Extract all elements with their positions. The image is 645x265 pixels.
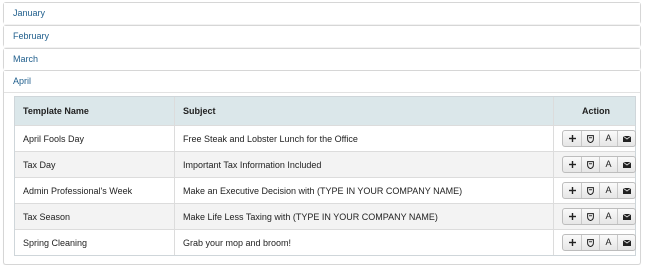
action-cell: A [553,126,637,151]
table-row: Spring Cleaning Grab your mop and broom!… [15,229,637,255]
month-toggle-march[interactable]: March [4,49,640,70]
shield-icon [587,134,594,143]
preview-button[interactable] [581,157,599,172]
subject-cell: Free Steak and Lobster Lunch for the Off… [174,126,553,151]
action-cell: A [553,152,637,177]
action-cell: A [553,178,637,203]
action-cell: A [553,204,637,229]
action-button-group: A [562,130,636,147]
font-button[interactable]: A [599,183,617,198]
template-name-cell: April Fools Day [23,133,85,144]
action-cell: A [553,230,637,255]
templates-page: January February March April Template Na… [0,0,645,265]
month-panel-february: February [3,25,641,47]
font-button[interactable]: A [599,235,617,250]
subject-cell: Important Tax Information Included [174,152,553,177]
month-panel-april: April Template Name Subject Action April… [3,70,641,265]
preview-button[interactable] [581,183,599,198]
shield-icon [587,238,594,247]
month-panel-march: March [3,48,641,70]
font-button[interactable]: A [599,157,617,172]
subject-cell: Make Life Less Taxing with (TYPE IN YOUR… [174,204,553,229]
table-row: Tax Day Important Tax Information Includ… [15,151,637,177]
table-row: Admin Professional's Week Make an Execut… [15,177,637,203]
envelope-icon [622,135,631,142]
font-icon: A [605,237,612,247]
envelope-icon [622,239,631,246]
plus-icon [568,187,576,194]
font-icon: A [605,159,612,169]
template-name-cell: Tax Day [23,159,56,170]
envelope-icon [622,213,631,220]
font-icon: A [605,133,612,143]
month-toggle-february[interactable]: February [4,26,640,47]
font-button[interactable]: A [599,131,617,146]
template-name-cell: Spring Cleaning [23,237,88,248]
email-button[interactable] [617,235,635,250]
action-button-group: A [562,156,636,173]
action-button-group: A [562,208,636,225]
template-name-cell: Admin Professional's Week [23,185,133,196]
email-button[interactable] [617,157,635,172]
templates-table: Template Name Subject Action April Fools… [14,96,636,256]
month-toggle-april[interactable]: April [4,71,640,93]
shield-icon [587,212,594,221]
template-name-cell: Tax Season [23,211,71,222]
plus-icon [568,161,576,168]
email-button[interactable] [617,183,635,198]
column-header-action: Action [553,97,637,125]
font-icon: A [605,211,612,221]
add-button[interactable] [563,157,581,172]
preview-button[interactable] [581,131,599,146]
month-panel-january: January [3,2,641,24]
subject-cell: Grab your mop and broom! [174,230,553,255]
email-button[interactable] [617,131,635,146]
table-header-row: Template Name Subject Action [15,97,635,125]
shield-icon [587,160,594,169]
envelope-icon [622,161,631,168]
table-row: April Fools Day Free Steak and Lobster L… [15,125,637,151]
font-button[interactable]: A [599,209,617,224]
add-button[interactable] [563,131,581,146]
action-button-group: A [562,234,636,251]
preview-button[interactable] [581,209,599,224]
plus-icon [568,213,576,220]
plus-icon [568,239,576,246]
envelope-icon [622,187,631,194]
plus-icon [568,135,576,142]
font-icon: A [605,185,612,195]
preview-button[interactable] [581,235,599,250]
table-row: Tax Season Make Life Less Taxing with (T… [15,203,637,229]
shield-icon [587,186,594,195]
add-button[interactable] [563,235,581,250]
add-button[interactable] [563,209,581,224]
subject-cell: Make an Executive Decision with (TYPE IN… [174,178,553,203]
column-header-template-name: Template Name [23,106,89,116]
email-button[interactable] [617,209,635,224]
column-header-subject: Subject [174,97,553,125]
action-button-group: A [562,182,636,199]
add-button[interactable] [563,183,581,198]
month-toggle-january[interactable]: January [4,3,640,24]
